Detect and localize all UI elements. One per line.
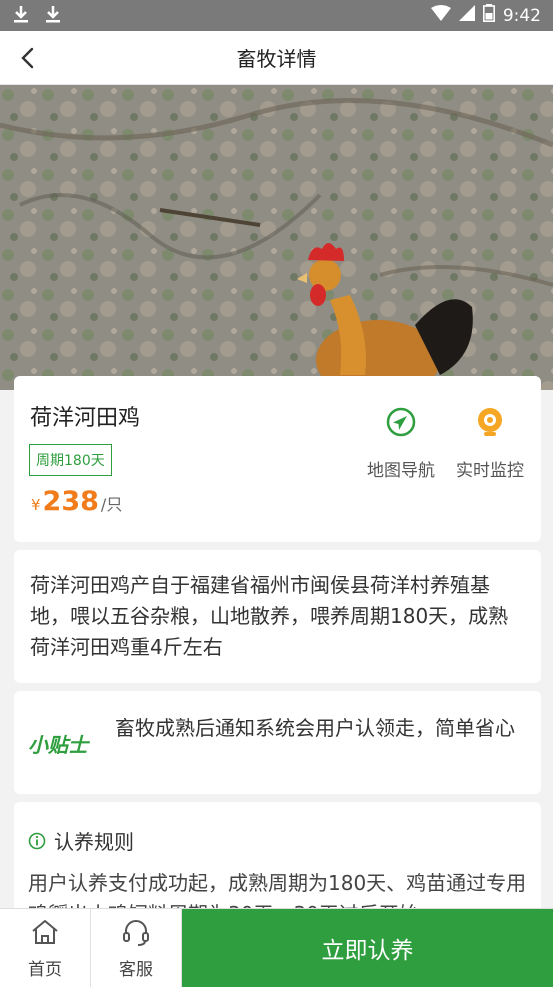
live-monitor-label: 实时监控	[456, 461, 524, 481]
wifi-icon	[430, 5, 451, 26]
tip-card: 小贴士 畜牧成熟后通知系统会用户认领走，简单省心	[14, 691, 541, 794]
tab-customer-service-label: 客服	[119, 959, 153, 980]
product-hero-image	[0, 85, 553, 390]
description-text: 荷洋河田鸡产自于福建省福州市闽侯县荷洋村养殖基地，喂以五谷杂粮，山地散养，喂养周…	[30, 573, 509, 659]
back-button[interactable]	[10, 40, 46, 76]
nav-bar: 畜牧详情	[0, 31, 553, 85]
headset-icon	[123, 919, 149, 946]
adopt-now-button[interactable]: 立即认养	[182, 909, 553, 987]
webcam-icon	[474, 406, 506, 438]
status-time: 9:42	[502, 5, 541, 26]
battery-icon	[482, 4, 495, 27]
description-card: 荷洋河田鸡产自于福建省福州市闽侯县荷洋村养殖基地，喂以五谷杂粮，山地散养，喂养周…	[14, 550, 541, 683]
tab-home-label: 首页	[28, 959, 62, 980]
download-icon	[12, 4, 30, 28]
status-bar: 9:42	[0, 0, 553, 31]
download-icon	[44, 4, 62, 28]
bottom-tab-bar: 首页 客服 立即认养	[0, 908, 553, 987]
navigation-icon	[385, 406, 417, 438]
price-currency: ¥	[31, 496, 41, 514]
period-badge: 周期180天	[29, 444, 112, 476]
price-value: 238	[42, 486, 99, 517]
home-icon	[32, 919, 58, 944]
signal-icon	[458, 5, 475, 26]
map-navigation-button[interactable]: 地图导航	[358, 406, 444, 481]
product-info-card: 荷洋河田鸡 周期180天 ¥ 238 /只 地图导航 实时监控	[14, 376, 541, 542]
tab-home[interactable]: 首页	[0, 909, 91, 987]
tip-label: 小贴士	[28, 733, 88, 757]
rules-title: 认养规则	[54, 830, 134, 854]
map-navigation-label: 地图导航	[367, 461, 435, 481]
info-icon	[28, 832, 46, 849]
live-monitor-button[interactable]: 实时监控	[447, 406, 533, 481]
page-title: 畜牧详情	[236, 47, 317, 71]
price: ¥ 238 /只	[31, 486, 122, 517]
price-unit: /只	[100, 495, 123, 514]
tip-text: 畜牧成熟后通知系统会用户认领走，简单省心	[115, 716, 515, 740]
chevron-left-icon	[21, 47, 34, 69]
tab-customer-service[interactable]: 客服	[91, 909, 182, 987]
rules-header: 认养规则	[28, 826, 134, 855]
product-name: 荷洋河田鸡	[30, 406, 141, 431]
